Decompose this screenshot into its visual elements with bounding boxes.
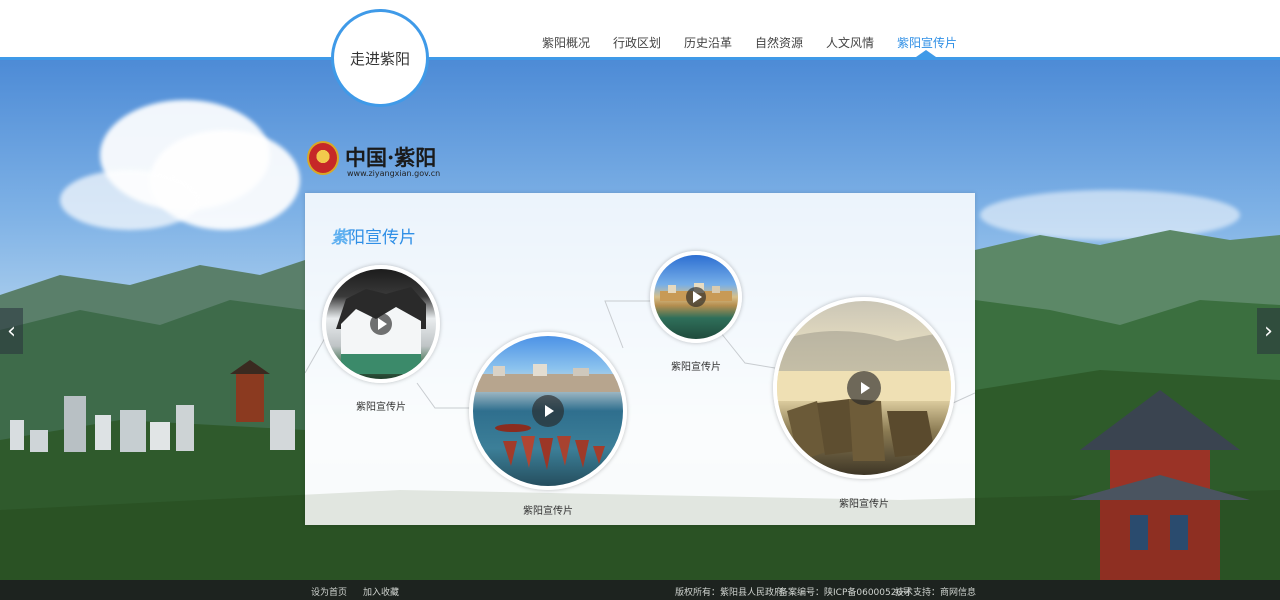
nav-item-division[interactable]: 行政区划 <box>613 34 661 51</box>
logo-url: www.ziyangxian.gov.cn <box>347 169 441 178</box>
video-label: 紫阳宣传片 <box>839 499 889 510</box>
video-label: 紫阳宣传片 <box>356 402 406 413</box>
video-thumbnail <box>773 297 955 479</box>
video-label: 紫阳宣传片 <box>523 506 573 517</box>
video-item[interactable]: 紫阳宣传片 <box>469 332 627 522</box>
nav-item-overview[interactable]: 紫阳概况 <box>542 34 590 51</box>
next-arrow[interactable]: › <box>1257 308 1280 354</box>
nav-item-promo-video[interactable]: 紫阳宣传片 <box>897 34 957 51</box>
main-nav: 紫阳概况 行政区划 历史沿革 自然资源 人文风情 紫阳宣传片 <box>0 34 1280 54</box>
video-item[interactable]: 紫阳宣传片 <box>773 297 955 510</box>
play-icon <box>532 395 564 427</box>
nav-item-culture[interactable]: 人文风情 <box>826 34 874 51</box>
national-emblem-icon <box>307 141 339 175</box>
add-favorite-link[interactable]: 加入收藏 <box>363 585 399 598</box>
video-thumbnail <box>469 332 627 490</box>
site-header: 紫阳概况 行政区划 历史沿革 自然资源 人文风情 紫阳宣传片 <box>0 0 1280 60</box>
pagoda <box>1070 390 1250 580</box>
site-logo[interactable]: 中国·紫阳 www.ziyangxian.gov.cn <box>307 141 447 179</box>
set-homepage-link[interactable]: 设为首页 <box>311 585 347 598</box>
site-footer: 设为首页 加入收藏 版权所有：紫阳县人民政府 备案编号：陕ICP备0600052… <box>0 580 1280 600</box>
active-nav-indicator <box>916 50 936 57</box>
nav-item-history[interactable]: 历史沿革 <box>684 34 732 51</box>
play-icon <box>847 371 881 405</box>
video-thumbnail <box>650 251 742 343</box>
video-item[interactable]: 紫阳宣传片 <box>322 265 440 413</box>
prev-arrow[interactable]: ‹ <box>0 308 23 354</box>
site-title: 走进紫阳 <box>349 49 410 68</box>
site-title-badge[interactable]: 走进紫阳 <box>331 9 429 107</box>
city-buildings <box>10 360 295 452</box>
video-item[interactable]: 紫阳宣传片 <box>650 251 742 373</box>
tech-support-link[interactable]: 技术支持：商网信息 <box>895 585 976 598</box>
video-thumbnail <box>322 265 440 383</box>
play-icon <box>686 287 706 307</box>
chevron-right-icon: › <box>1264 318 1273 344</box>
video-label: 紫阳宣传片 <box>671 362 721 373</box>
promo-video-panel: 紫阳宣传片 紫阳宣传片 紫阳宣传片 紫阳宣传片 紫阳宣传片 <box>305 193 975 525</box>
play-icon <box>370 313 392 335</box>
chevron-left-icon: ‹ <box>7 318 16 344</box>
icp-text: 备案编号：陕ICP备06000520号 <box>779 588 912 598</box>
copyright-text: 版权所有：紫阳县人民政府 <box>675 588 784 598</box>
logo-text: 中国·紫阳 <box>345 145 437 170</box>
nav-item-resources[interactable]: 自然资源 <box>755 34 803 51</box>
